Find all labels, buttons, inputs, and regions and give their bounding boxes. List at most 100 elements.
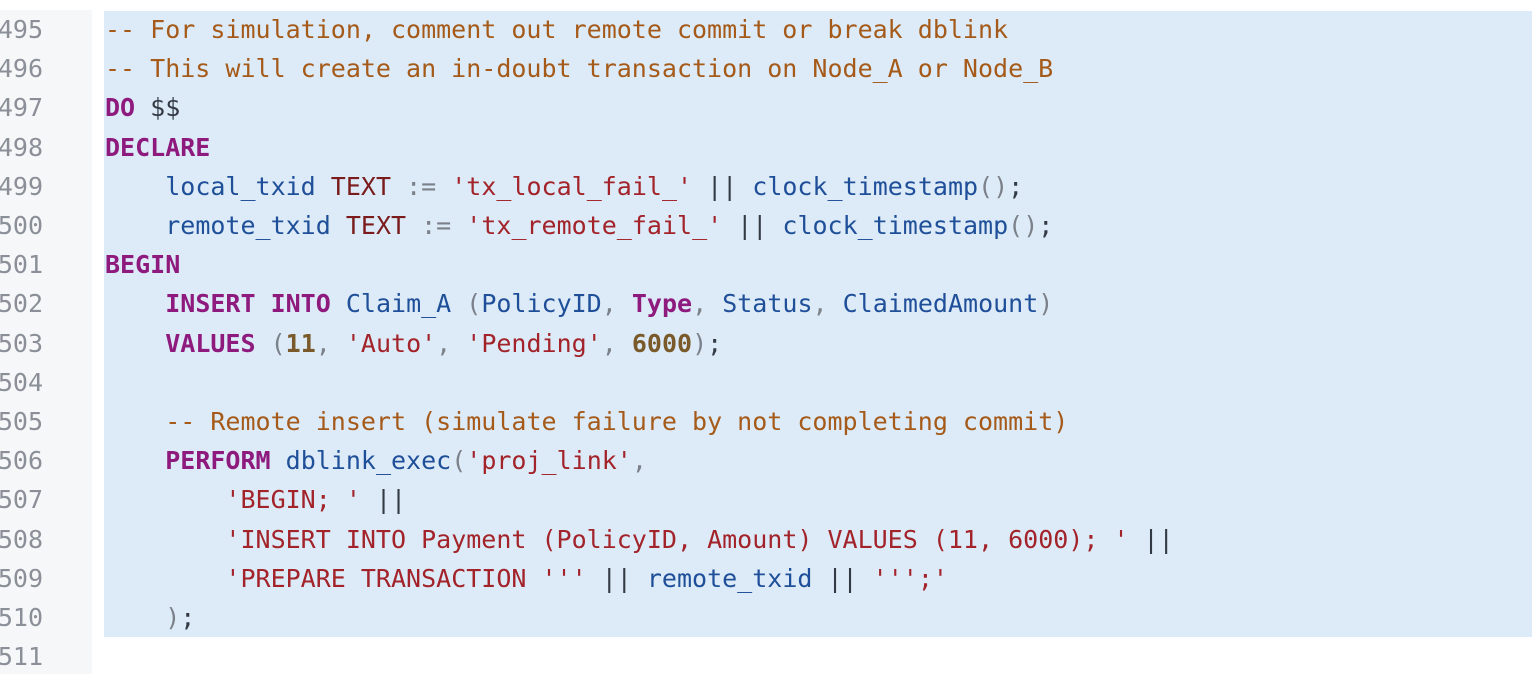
code-token: , [631,446,647,476]
line-number: 495 [0,15,43,44]
code-token: PolicyID [481,289,602,319]
code-token: ( [255,328,286,358]
code-text[interactable]: remote_txid TEXT := 'tx_remote_fail_' ||… [105,206,1053,245]
code-token: ( [451,446,467,476]
line-number: 501 [0,250,43,280]
code-token: INSERT INTO [165,289,331,319]
line-number: 503 [0,328,43,358]
code-text[interactable]: ); [105,598,195,637]
code-text[interactable]: VALUES (11, 'Auto', 'Pending', 6000); [105,324,722,363]
code-token: -- Remote insert (simulate failure by no… [165,407,1069,436]
line-number: 500 [0,211,43,240]
code-token: TEXT [330,171,392,201]
code-token: ; [180,603,196,632]
code-token: , [601,328,632,358]
code-token: || [722,211,783,240]
line-number: 498 [0,132,43,162]
code-token: ) [165,603,181,632]
code-token: 'tx_local_fail_' [451,171,693,201]
line-number: 511 [0,642,43,672]
code-token: 'tx_remote_fail_' [466,211,723,240]
code-token: 6000 [631,328,693,358]
code-token: 'PREPARE TRANSACTION ''' [225,563,587,593]
code-token: := [406,211,467,240]
code-token: DO [105,93,136,123]
code-token: ''';' [872,563,948,593]
code-token: ) [1038,289,1054,319]
code-token: , [601,289,632,319]
line-number: 507 [0,485,43,515]
code-text[interactable]: -- This will create an in-doubt transact… [105,49,1053,88]
code-text[interactable]: BEGIN [105,245,180,284]
code-text[interactable]: PERFORM dblink_exec('proj_link', [105,441,647,480]
code-token: 'Auto' [345,328,437,358]
code-text[interactable]: local_txid TEXT := 'tx_local_fail_' || c… [105,167,1023,206]
code-token: ClaimedAmount [842,289,1039,319]
code-token: Type [631,289,693,319]
code-token: Status [722,289,813,319]
code-token: , [692,289,723,319]
code-token: ) [692,328,708,358]
line-number: 496 [0,54,43,84]
code-text[interactable]: 'INSERT INTO Payment (PolicyID, Amount) … [105,520,1173,559]
code-token: dblink_exec [285,446,452,476]
line-number: 509 [0,563,43,593]
code-token: () [1008,211,1039,240]
code-token: , [436,328,467,358]
code-token: || [692,171,753,201]
code-token: clock_timestamp [782,211,1009,240]
code-token: 11 [285,328,316,358]
code-token: () [978,171,1009,201]
code-token: := [391,171,452,201]
code-token: VALUES [165,328,256,358]
code-token: ; [1008,171,1024,201]
code-token: || [812,563,873,593]
code-token: ( [451,289,482,319]
code-token: ; [707,328,723,358]
code-token: clock_timestamp [752,171,979,201]
line-number: 504 [0,367,43,397]
code-token: -- For simulation, comment out remote co… [105,15,1009,44]
line-number: 502 [0,289,43,319]
code-token: remote_txid [165,211,331,240]
code-token: $$ [135,93,181,123]
line-number: 499 [0,171,43,201]
code-token: , [812,289,843,319]
code-token: local_txid [165,171,316,201]
line-number: 508 [0,524,43,554]
code-text[interactable]: DECLARE [105,128,210,167]
code-token: , [315,328,346,358]
code-token: BEGIN [105,250,181,280]
line-number: 505 [0,407,43,436]
code-text[interactable]: 'BEGIN; ' || [105,480,406,519]
code-text[interactable]: DO $$ [105,88,180,127]
code-token: 'proj_link' [466,446,632,476]
code-token: ; [1038,211,1054,240]
code-token: || [586,563,647,593]
code-token: 'BEGIN; ' [225,485,361,515]
code-text[interactable]: -- For simulation, comment out remote co… [105,10,1008,49]
code-text[interactable]: 'PREPARE TRANSACTION ''' || remote_txid … [105,559,948,598]
code-token: TEXT [345,211,407,240]
code-editor[interactable]: 495 -- For simulation, comment out remote… [0,0,1532,674]
code-text[interactable]: INSERT INTO Claim_A (PolicyID, Type, Sta… [105,284,1053,323]
code-token: DECLARE [105,132,211,162]
code-text[interactable]: -- Remote insert (simulate failure by no… [105,402,1068,441]
code-token: -- This will create an in-doubt transact… [105,54,1054,84]
line-number: 510 [0,603,43,632]
code-token: PERFORM [165,446,271,476]
